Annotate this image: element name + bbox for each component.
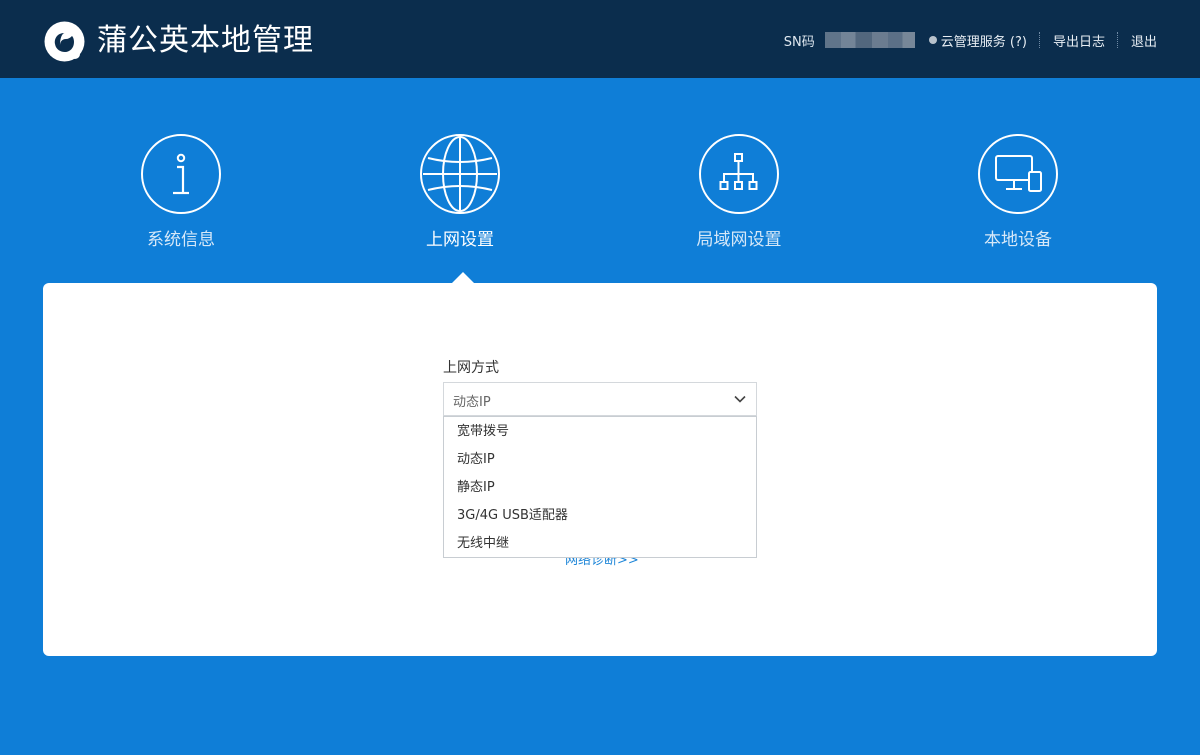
- dropdown-option[interactable]: 无线中继: [444, 531, 756, 559]
- nav-label-internet-settings: 上网设置: [426, 230, 494, 250]
- dropdown-option[interactable]: 动态IP: [444, 447, 756, 475]
- nav-circle: [699, 134, 779, 214]
- logout-link[interactable]: 退出: [1131, 31, 1157, 50]
- nav-item-internet-settings[interactable]: 上网设置: [380, 134, 540, 264]
- nav-label-lan-settings: 局域网设置: [696, 230, 782, 250]
- dropdown-option[interactable]: 宽带拨号: [444, 419, 756, 447]
- active-tab-pointer: [452, 272, 474, 283]
- settings-panel: 上网方式 网络诊断>> 动态IP 宽带拨号 动态IP 静态IP 3G/4G US…: [43, 283, 1157, 656]
- connection-type-dropdown: 宽带拨号 动态IP 静态IP 3G/4G USB适配器 无线中继: [443, 416, 757, 558]
- devices-icon: [995, 155, 1042, 192]
- nav-circle: [141, 134, 221, 214]
- divider: [1038, 32, 1041, 48]
- chevron-down-icon: [734, 395, 746, 403]
- dropdown-option[interactable]: 3G/4G USB适配器: [444, 503, 756, 531]
- nav-item-system-info[interactable]: 系统信息: [101, 134, 261, 264]
- nav-label-system-info: 系统信息: [147, 230, 215, 250]
- info-icon: [173, 153, 189, 195]
- top-header: 蒲公英本地管理 SN码 云管理服务 (?) 导出日志 退出: [0, 0, 1200, 78]
- export-log-link[interactable]: 导出日志: [1053, 31, 1105, 50]
- connection-type-select[interactable]: 动态IP: [443, 382, 757, 416]
- sn-value-masked: [824, 32, 915, 48]
- connection-type-label: 上网方式: [443, 360, 499, 376]
- dandelion-logo-icon: [44, 21, 85, 62]
- cloud-status-dot-icon: [928, 36, 937, 44]
- sn-label: SN码: [783, 34, 815, 50]
- nav-circle: [420, 134, 500, 214]
- app-title: 蒲公英本地管理: [97, 23, 314, 58]
- cloud-service-link[interactable]: 云管理服务 (?): [941, 31, 1027, 50]
- divider: [1116, 32, 1119, 48]
- network-tree-icon: [719, 153, 758, 190]
- header-toolbar: SN码 云管理服务 (?) 导出日志 退出: [784, 30, 1157, 50]
- dropdown-option[interactable]: 静态IP: [444, 475, 756, 503]
- nav-circle: [978, 134, 1058, 214]
- globe-icon: [423, 136, 497, 212]
- nav-item-lan-settings[interactable]: 局域网设置: [659, 134, 819, 264]
- select-current-value: 动态IP: [453, 395, 491, 410]
- nav-label-local-devices: 本地设备: [984, 230, 1052, 250]
- nav-item-local-devices[interactable]: 本地设备: [938, 134, 1098, 264]
